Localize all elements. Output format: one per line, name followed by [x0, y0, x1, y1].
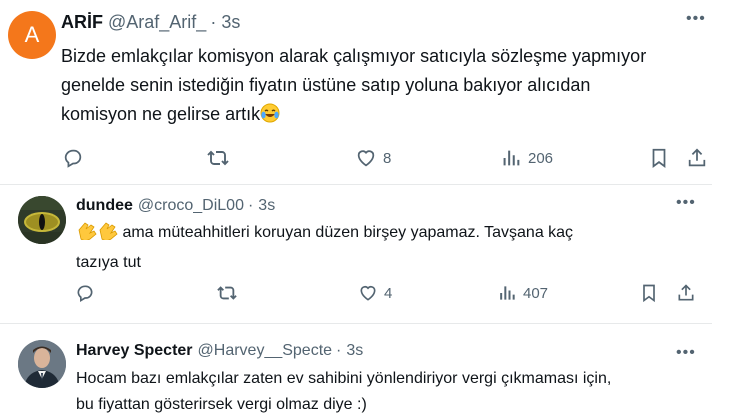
analytics-icon [500, 147, 522, 169]
views-count: 206 [528, 149, 554, 167]
like-button[interactable]: 4 [358, 283, 392, 303]
tweet-text-line-first: ama müteahhitleri koruyan düzen birşey y… [76, 219, 686, 249]
crocodile-eye-avatar-icon [18, 196, 66, 244]
man-in-suit-avatar-icon [18, 340, 66, 388]
divider [0, 184, 712, 185]
bookmark-button[interactable] [649, 147, 669, 169]
views-button[interactable]: 407 [497, 283, 548, 303]
display-name[interactable]: Harvey Specter [76, 342, 193, 360]
share-icon [676, 283, 696, 303]
more-options-icon[interactable]: ••• [676, 344, 696, 362]
analytics-icon [497, 283, 517, 303]
more-options-icon[interactable]: ••• [686, 10, 706, 28]
timestamp[interactable]: 3s [221, 12, 240, 33]
tweet-text-line-last: komisyon ne gelirse artık [61, 100, 701, 132]
crying-laughing-emoji-icon [260, 103, 280, 132]
like-count: 4 [384, 284, 393, 302]
avatar[interactable] [18, 340, 66, 388]
share-button[interactable] [676, 283, 696, 303]
display-name[interactable]: ARİF [61, 12, 103, 33]
user-handle[interactable]: @Harvey__Specte [198, 342, 333, 360]
tweet-text-line: bu fiyattan gösterirsek vergi olmaz diye… [76, 396, 367, 413]
like-count: 8 [383, 149, 392, 167]
timestamp[interactable]: 3s [258, 197, 275, 215]
tweet-text-line: tazıya tut [76, 254, 141, 271]
clapping-hands-emoji-icon [76, 220, 118, 249]
display-name[interactable]: dundee [76, 197, 133, 215]
tweet-text: Hocam bazı emlakçılar zaten ev sahibini … [76, 366, 696, 418]
timestamp[interactable]: 3s [346, 342, 363, 360]
heart-icon [355, 147, 377, 169]
like-button[interactable]: 8 [355, 147, 391, 169]
retweet-button[interactable] [206, 147, 230, 169]
separator: · [247, 197, 254, 214]
tweet-header: ARİF @Araf_Arif_ · 3s [61, 12, 240, 33]
avatar-letter: A [24, 22, 40, 47]
tweet-text-line: genelde senin istediğin fiyatın üstüne s… [61, 75, 591, 95]
tweet-header: dundee @croco_DiL00 · 3s [76, 197, 275, 215]
retweet-button[interactable] [216, 283, 238, 303]
retweet-icon [206, 147, 230, 169]
tweet-text: ama müteahhitleri koruyan düzen birşey y… [76, 219, 686, 276]
divider [0, 323, 712, 324]
tweet-actions: 8 206 [0, 147, 712, 173]
tweet-arif[interactable]: A ARİF @Araf_Arif_ · 3s ••• Bizde emlakç… [0, 0, 712, 184]
avatar[interactable]: A [8, 11, 56, 59]
tweet-text-line: Bizde emlakçılar komisyon alarak çalışmı… [61, 46, 647, 66]
tweet-text-fragment: komisyon ne gelirse artık [61, 104, 261, 124]
tweet-text-line: Hocam bazı emlakçılar zaten ev sahibini … [76, 370, 612, 387]
tweet-harvey-specter[interactable]: Harvey Specter @Harvey__Specte · 3s ••• … [0, 326, 712, 420]
reply-button[interactable] [62, 147, 84, 169]
avatar[interactable] [18, 196, 66, 244]
bookmark-button[interactable] [640, 283, 658, 303]
tweet-text: Bizde emlakçılar komisyon alarak çalışmı… [61, 42, 701, 132]
share-button[interactable] [686, 147, 708, 169]
tweet-text-fragment: ama müteahhitleri koruyan düzen birşey y… [118, 224, 574, 241]
share-icon [686, 147, 708, 169]
reply-button[interactable] [75, 283, 95, 303]
retweet-icon [216, 283, 238, 303]
bookmark-icon [649, 147, 669, 169]
separator: · [336, 342, 342, 359]
reply-icon [75, 283, 95, 303]
more-options-icon[interactable]: ••• [676, 194, 696, 212]
user-handle[interactable]: @Araf_Arif_ [108, 12, 206, 33]
bookmark-icon [640, 283, 658, 303]
views-button[interactable]: 206 [500, 147, 553, 169]
tweet-header: Harvey Specter @Harvey__Specte · 3s [76, 342, 363, 360]
tweet-actions: 4 407 [0, 283, 712, 309]
user-handle[interactable]: @croco_DiL00 [138, 197, 244, 215]
heart-icon [358, 283, 378, 303]
tweet-dundee[interactable]: dundee @croco_DiL00 · 3s ••• ama müteahh… [0, 186, 712, 322]
separator: · [210, 12, 217, 32]
reply-icon [62, 147, 84, 169]
views-count: 407 [523, 284, 549, 302]
